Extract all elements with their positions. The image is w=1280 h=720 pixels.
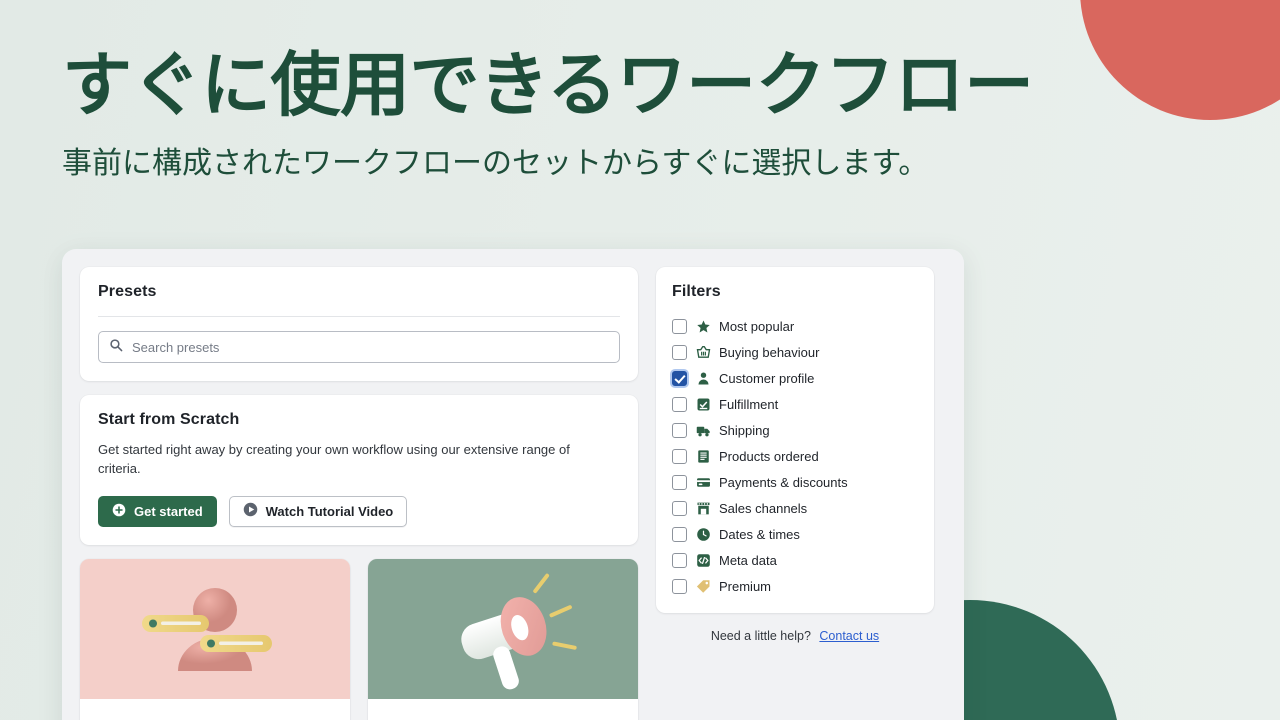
filter-item-label: Shipping <box>719 423 770 438</box>
page-subtitle: 事前に構成されたワークフローのセットからすぐに選択します。 <box>62 146 1034 182</box>
filter-item-fulfillment[interactable]: Fulfillment <box>672 395 918 413</box>
storefront-icon <box>695 500 711 516</box>
filter-item-label: Dates & times <box>719 527 800 542</box>
filter-item-premium[interactable]: Premium <box>672 577 918 595</box>
code-icon <box>695 552 711 568</box>
get-started-button[interactable]: Get started <box>98 496 217 527</box>
filter-item-payments-discounts[interactable]: Payments & discounts <box>672 473 918 491</box>
filter-item-label: Fulfillment <box>719 397 778 412</box>
customer-profile-thumbnail <box>80 559 350 699</box>
tag-icon <box>695 578 711 594</box>
filter-item-sales-channels[interactable]: Sales channels <box>672 499 918 517</box>
filter-checkbox[interactable] <box>672 475 687 490</box>
megaphone-thumbnail <box>368 559 638 699</box>
filter-item-label: Products ordered <box>719 449 819 464</box>
search-icon <box>109 338 123 357</box>
plus-circle-icon <box>112 503 126 520</box>
person-icon <box>695 370 711 386</box>
search-presets-box[interactable] <box>98 331 620 363</box>
scratch-title: Start from Scratch <box>98 411 620 429</box>
filter-checkbox[interactable] <box>672 449 687 464</box>
filter-item-products-ordered[interactable]: Products ordered <box>672 447 918 465</box>
filter-checkbox[interactable] <box>672 371 687 386</box>
filter-checkbox[interactable] <box>672 423 687 438</box>
filter-checkbox[interactable] <box>672 527 687 542</box>
filters-column: Filters Most popular Buying behaviour Cust… <box>656 267 934 720</box>
filter-item-customer-profile[interactable]: Customer profile <box>672 369 918 387</box>
presets-column: Presets Start from Scratch Get started r… <box>80 267 638 720</box>
filter-list: Most popular Buying behaviour Customer pro… <box>672 317 918 595</box>
filter-item-meta-data[interactable]: Meta data <box>672 551 918 569</box>
help-row: Need a little help? Contact us <box>656 629 934 643</box>
filter-item-label: Meta data <box>719 553 777 568</box>
watch-tutorial-video-button[interactable]: Watch Tutorial Video <box>229 496 408 527</box>
scratch-description: Get started right away by creating your … <box>98 441 598 479</box>
contact-us-link[interactable]: Contact us <box>819 629 879 643</box>
watch-tutorial-label: Watch Tutorial Video <box>266 504 394 519</box>
scratch-button-row: Get started Watch Tutorial Video <box>98 496 620 527</box>
basket-icon <box>695 344 711 360</box>
star-icon <box>695 318 711 334</box>
filter-checkbox[interactable] <box>672 345 687 360</box>
truck-icon <box>695 422 711 438</box>
filter-checkbox[interactable] <box>672 501 687 516</box>
credit-card-icon <box>695 474 711 490</box>
hero-section: すぐに使用できるワークフロー 事前に構成されたワークフローのセットからすぐに選択… <box>62 48 1034 182</box>
preset-card-customer-profile[interactable] <box>80 559 350 720</box>
page-title: すぐに使用できるワークフロー <box>62 48 1034 124</box>
play-circle-icon <box>243 502 258 520</box>
check-square-icon <box>695 396 711 412</box>
filter-checkbox[interactable] <box>672 579 687 594</box>
get-started-label: Get started <box>134 504 203 519</box>
presets-divider <box>98 316 620 317</box>
help-text: Need a little help? <box>711 629 811 643</box>
filter-checkbox[interactable] <box>672 553 687 568</box>
search-input[interactable] <box>132 340 609 355</box>
filter-item-shipping[interactable]: Shipping <box>672 421 918 439</box>
filter-item-dates-times[interactable]: Dates & times <box>672 525 918 543</box>
filter-checkbox[interactable] <box>672 397 687 412</box>
presets-title: Presets <box>98 283 620 301</box>
filter-item-label: Buying behaviour <box>719 345 819 360</box>
filter-item-most-popular[interactable]: Most popular <box>672 317 918 335</box>
preset-thumbnail-row <box>80 559 638 720</box>
preset-card-megaphone[interactable] <box>368 559 638 720</box>
receipt-icon <box>695 448 711 464</box>
app-panel: Presets Start from Scratch Get started r… <box>62 249 964 720</box>
filter-item-label: Most popular <box>719 319 794 334</box>
filter-item-label: Customer profile <box>719 371 814 386</box>
clock-icon <box>695 526 711 542</box>
filter-item-label: Payments & discounts <box>719 475 848 490</box>
presets-card: Presets <box>80 267 638 381</box>
start-from-scratch-card: Start from Scratch Get started right awa… <box>80 395 638 545</box>
filters-title: Filters <box>672 283 918 301</box>
filter-checkbox[interactable] <box>672 319 687 334</box>
coral-circle-decoration <box>1080 0 1280 120</box>
filter-item-label: Premium <box>719 579 771 594</box>
filters-card: Filters Most popular Buying behaviour Cust… <box>656 267 934 613</box>
filter-item-buying-behaviour[interactable]: Buying behaviour <box>672 343 918 361</box>
filter-item-label: Sales channels <box>719 501 807 516</box>
